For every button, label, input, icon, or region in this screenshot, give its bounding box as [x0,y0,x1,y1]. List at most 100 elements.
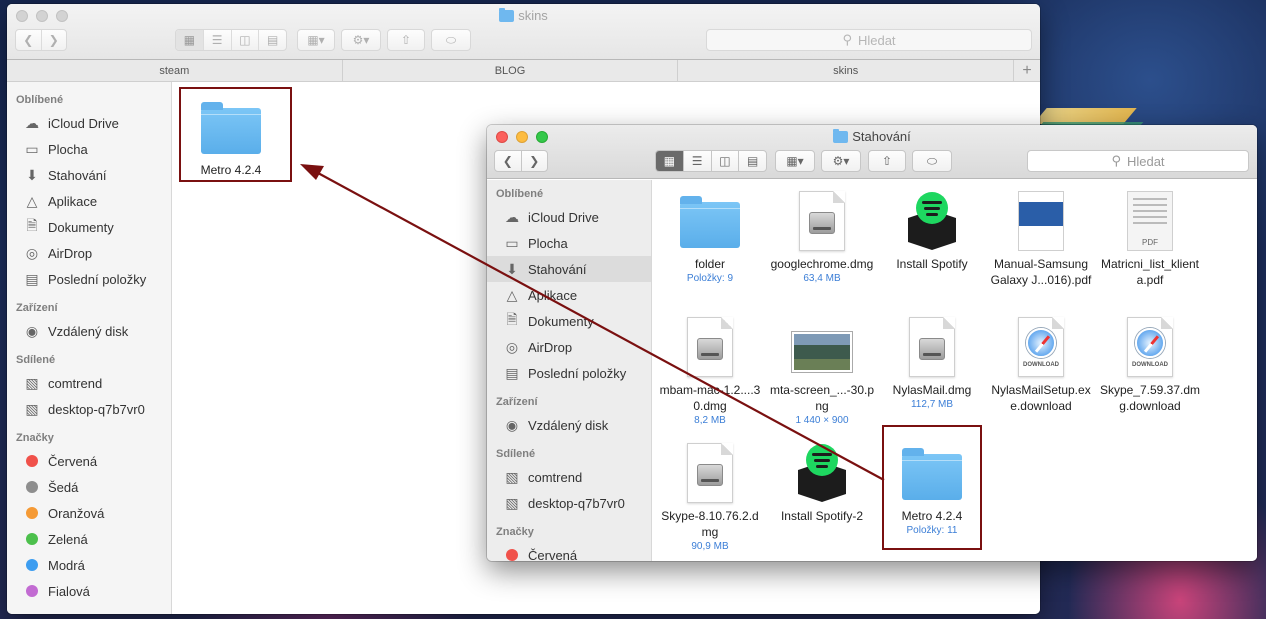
file-item-folder[interactable]: folder Položky: 9 [655,186,765,286]
computer-icon: ▧ [505,494,519,511]
titlebar[interactable]: skins ❮ ❯ ▦ ☰ ◫ ▤ ▦▾ ⚙ ▾ ⇧ ⬭ ⚲ Hledat [7,4,1040,60]
list-view-button[interactable]: ☰ [204,30,232,50]
sidebar-item-remote-disc[interactable]: ◉ Vzdálený disk [7,318,171,344]
search-icon: ⚲ [1111,153,1121,168]
sidebar-item-documents[interactable]: 🗎 Dokumenty [487,308,651,334]
highlight-box [882,425,982,550]
sidebar-tag-red[interactable]: Červená [487,542,651,561]
tag-dot-icon [26,455,38,467]
sidebar: Oblíbené ☁ iCloud Drive ▭ Plocha ⬇ Stahován… [7,82,172,614]
sidebar-item-applications[interactable]: △ Aplikace [487,282,651,308]
sidebar-tag-orange[interactable]: Oranžová [7,500,171,526]
disk-image-icon [687,317,733,377]
tags-button[interactable]: ⬭ [431,29,471,51]
action-gear-button[interactable]: ⚙ ▾ [821,150,861,172]
sidebar-item-documents[interactable]: 🗎 Dokumenty [7,214,171,240]
group-button[interactable]: ▦▾ [297,29,335,51]
file-item-dmg[interactable]: googlechrome.dmg 63,4 MB [767,186,877,286]
sidebar-item-applications[interactable]: △ Aplikace [7,188,171,214]
forward-button[interactable]: ❯ [42,30,67,50]
tab-blog[interactable]: BLOG [343,60,679,81]
file-item-download[interactable]: DOWNLOAD NylasMailSetup.exe.download [986,312,1096,414]
sidebar-item-icloud[interactable]: ☁ iCloud Drive [487,204,651,230]
nav-buttons: ❮ ❯ [494,150,548,172]
sidebar-item-downloads[interactable]: ⬇ Stahování [487,256,651,282]
sidebar-item-desktop[interactable]: ▭ Plocha [487,230,651,256]
back-button[interactable]: ❮ [495,151,522,171]
pdf-icon [1018,191,1064,251]
sidebar-item-airdrop[interactable]: ◎ AirDrop [7,240,171,266]
share-button[interactable]: ⇧ [387,29,425,51]
safari-download-icon: DOWNLOAD [1018,317,1064,377]
file-item-pdf[interactable]: Manual-Samsung Galaxy J...016).pdf [986,186,1096,288]
file-item-pdf[interactable]: PDF Matricni_list_klienta.pdf [1095,186,1205,288]
file-item-dmg[interactable]: mbam-mac-1.2....30.dmg 8,2 MB [655,312,765,428]
window-title: skins [7,7,1040,23]
search-field[interactable]: ⚲ Hledat [706,29,1032,51]
sidebar-tag-red[interactable]: Červená [7,448,171,474]
new-tab-button[interactable]: + [1014,60,1040,81]
sidebar-header-shared: Sdílené [496,448,536,460]
sidebar-item-remote-disc[interactable]: ◉ Vzdálený disk [487,412,651,438]
recents-icon: ▤ [505,364,519,381]
sidebar-item-desktop-pc[interactable]: ▧ desktop-q7b7vr0 [487,490,651,516]
download-icon: ⬇ [506,260,518,277]
back-button[interactable]: ❮ [16,30,42,50]
icon-view-button[interactable]: ▦ [656,151,684,171]
search-field[interactable]: ⚲ Hledat [1027,150,1249,172]
sidebar-item-desktop-pc[interactable]: ▧ desktop-q7b7vr0 [7,396,171,422]
sidebar-tag-blue[interactable]: Modrá [7,552,171,578]
toolbar: ❮ ❯ ▦ ☰ ◫ ▤ ▦▾ ⚙ ▾ ⇧ ⬭ ⚲ Hledat [487,149,1257,173]
gallery-view-button[interactable]: ▤ [739,151,766,171]
file-item-png[interactable]: mta-screen_...-30.png 1 440 × 900 [767,312,877,428]
desktop-icon: ▭ [25,140,39,157]
sidebar-header-devices: Zařízení [16,302,58,314]
sidebar-item-comtrend[interactable]: ▧ comtrend [487,464,651,490]
group-button[interactable]: ▦▾ [775,150,815,172]
icon-view-button[interactable]: ▦ [176,30,204,50]
sidebar-tag-purple[interactable]: Fialová [7,578,171,604]
disk-image-icon [909,317,955,377]
file-item-app[interactable]: Install Spotify-2 [767,438,877,524]
file-item-app[interactable]: Install Spotify [877,186,987,272]
safari-download-icon: DOWNLOAD [1127,317,1173,377]
folder-icon [499,7,515,22]
sidebar-item-desktop[interactable]: ▭ Plocha [7,136,171,162]
view-mode-group: ▦ ☰ ◫ ▤ [655,150,767,172]
tags-button[interactable]: ⬭ [912,150,952,172]
sidebar-tag-green[interactable]: Zelená [7,526,171,552]
sidebar-item-airdrop[interactable]: ◎ AirDrop [487,334,651,360]
pdf-icon: PDF [1127,191,1173,251]
gear-icon: ⚙ [352,33,364,47]
share-button[interactable]: ⇧ [868,150,906,172]
forward-button[interactable]: ❯ [522,151,548,171]
tag-dot-icon [506,549,518,561]
sidebar-item-icloud[interactable]: ☁ iCloud Drive [7,110,171,136]
file-item-dmg[interactable]: NylasMail.dmg 112,7 MB [877,312,987,412]
action-gear-button[interactable]: ⚙ ▾ [341,29,381,51]
tab-skins[interactable]: skins [678,60,1015,81]
file-item-download[interactable]: DOWNLOAD Skype_7.59.37.dmg.download [1095,312,1205,414]
titlebar[interactable]: Stahování ❮ ❯ ▦ ☰ ◫ ▤ ▦▾ ⚙ ▾ ⇧ ⬭ ⚲ Hleda… [487,125,1257,179]
sidebar-item-recents[interactable]: ▤ Poslední položky [487,360,651,386]
column-view-button[interactable]: ◫ [232,30,260,50]
disk-image-icon [799,191,845,251]
sidebar: Oblíbené ☁ iCloud Drive ▭ Plocha ⬇ Stahován… [487,180,652,561]
disk-image-icon [687,443,733,503]
spotify-icon [900,190,964,252]
tag-dot-icon [26,507,38,519]
sidebar-item-comtrend[interactable]: ▧ comtrend [7,370,171,396]
tab-steam[interactable]: steam [7,60,343,81]
sidebar-tag-gray[interactable]: Šedá [7,474,171,500]
download-icon: ⬇ [26,166,38,183]
airdrop-icon: ◎ [505,338,519,355]
sidebar-item-downloads[interactable]: ⬇ Stahování [7,162,171,188]
gallery-view-button[interactable]: ▤ [259,30,286,50]
sidebar-item-recents[interactable]: ▤ Poslední položky [7,266,171,292]
sidebar-header-tags: Značky [496,526,534,538]
finder-window-downloads[interactable]: Stahování ❮ ❯ ▦ ☰ ◫ ▤ ▦▾ ⚙ ▾ ⇧ ⬭ ⚲ Hleda… [487,125,1257,561]
tag-icon: ⬭ [445,32,457,47]
file-item-dmg[interactable]: Skype-8.10.76.2.dmg 90,9 MB [655,438,765,554]
list-view-button[interactable]: ☰ [684,151,712,171]
column-view-button[interactable]: ◫ [712,151,740,171]
